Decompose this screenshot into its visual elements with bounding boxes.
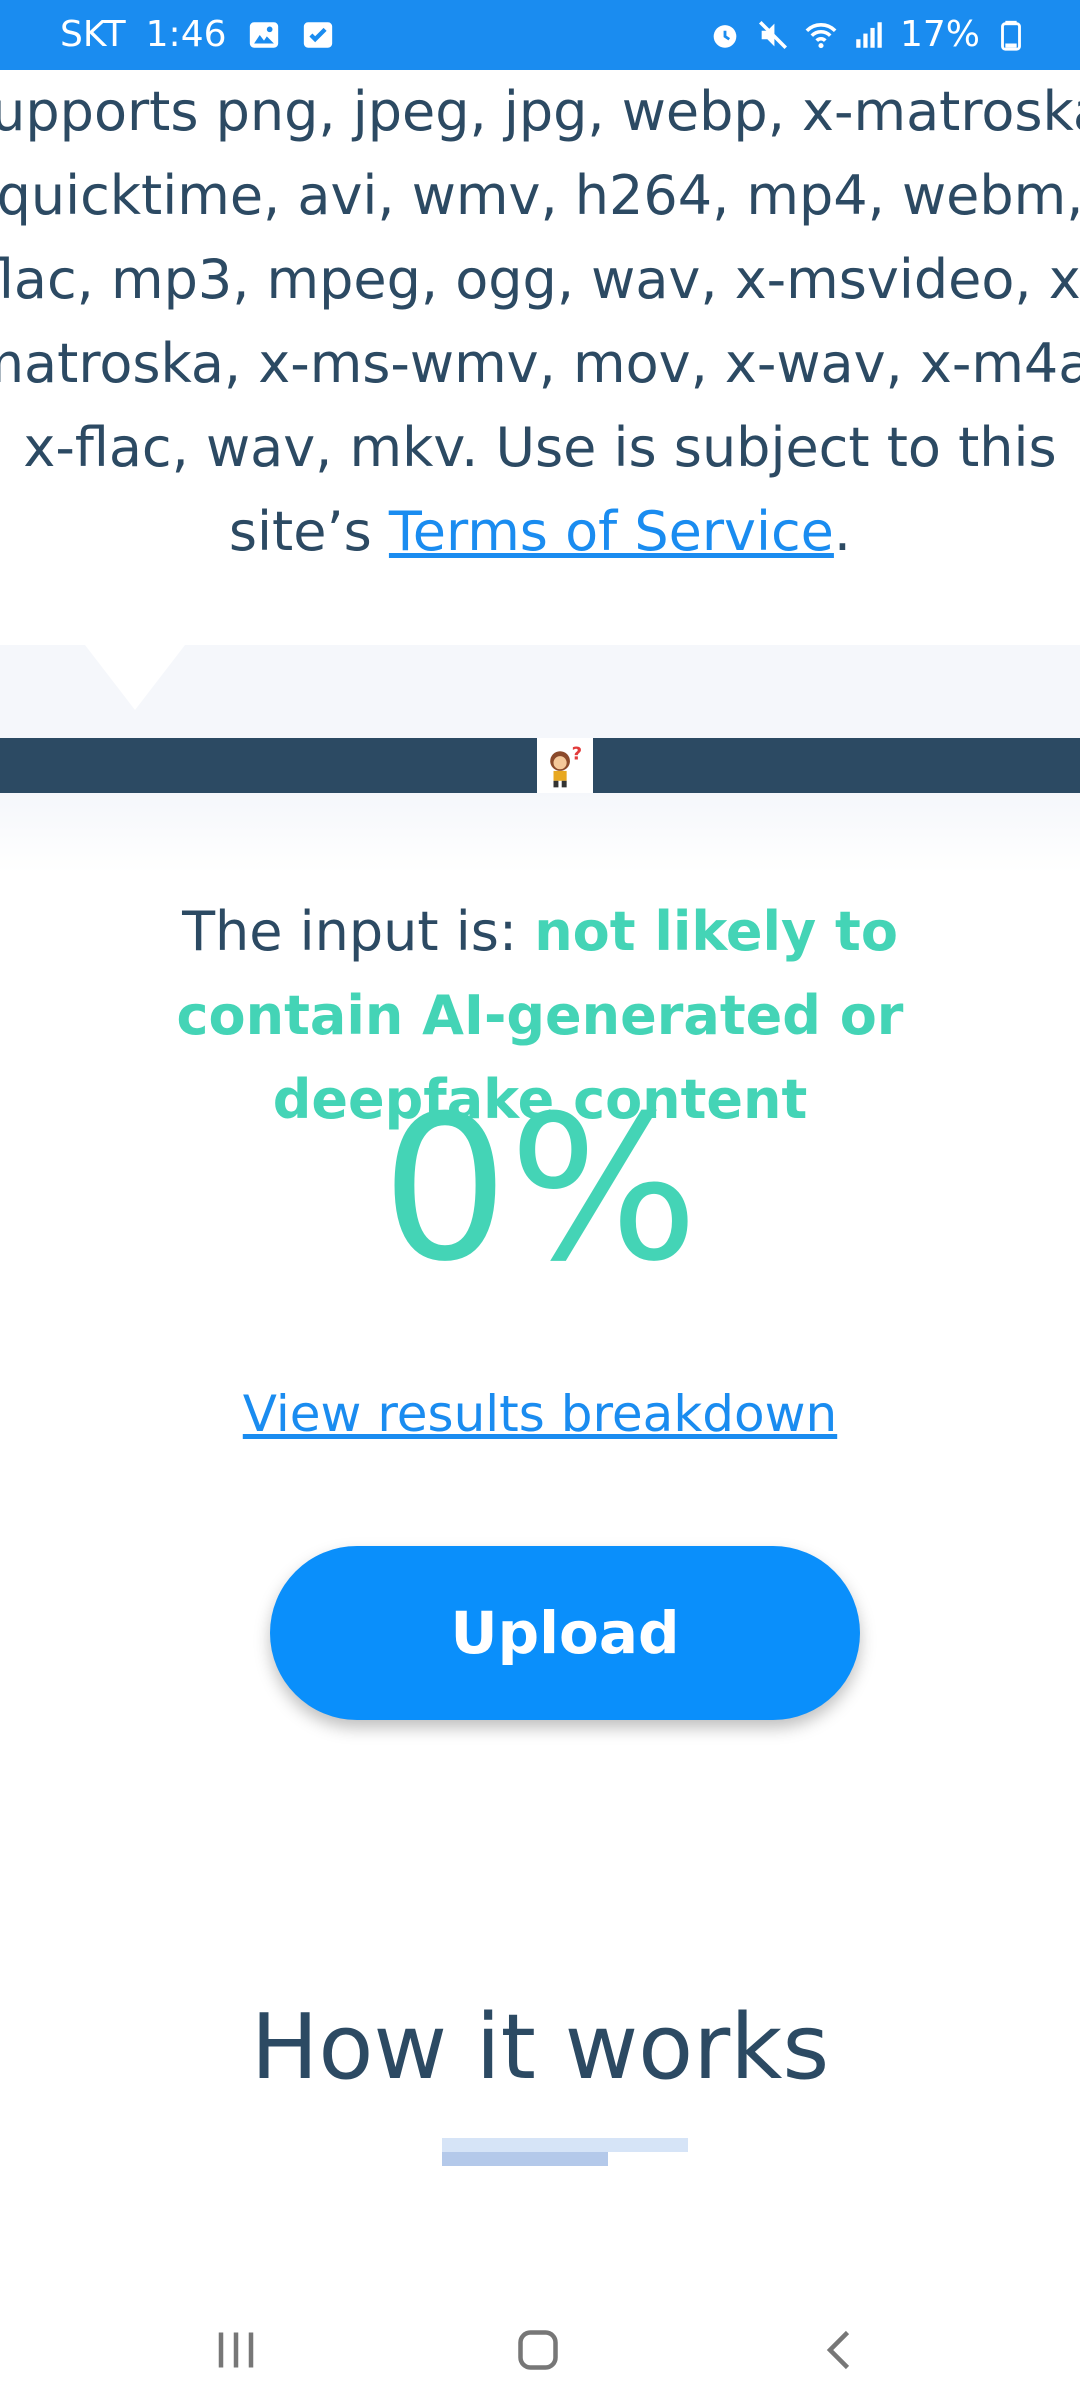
heading-underline xyxy=(442,2138,688,2152)
supports-line: flac, mp3, mpeg, ogg, wav, x-msvideo, x- xyxy=(0,248,1080,311)
terms-of-service-link[interactable]: Terms of Service xyxy=(389,500,834,563)
supports-line: Supports png, jpeg, jpg, webp, x-matrosk… xyxy=(0,80,1080,143)
status-bar: SKT 1:46 17% xyxy=(0,0,1080,70)
mute-icon xyxy=(756,18,790,52)
tos-suffix: . xyxy=(833,500,852,563)
back-icon[interactable] xyxy=(800,2310,880,2390)
carrier-label: SKT xyxy=(60,14,126,55)
supports-line: matroska, x-ms-wmv, mov, x-wav, x-m4a, xyxy=(0,332,1080,395)
mascot-icon: ? xyxy=(537,738,593,793)
supports-line: quicktime, avi, wmv, h264, mp4, webm, xyxy=(0,164,1080,227)
view-results-breakdown-link[interactable]: View results breakdown xyxy=(0,1385,1080,1443)
battery-icon xyxy=(994,18,1028,52)
svg-text:?: ? xyxy=(572,743,582,764)
wifi-icon xyxy=(804,18,838,52)
gallery-icon xyxy=(247,18,281,52)
recent-apps-icon[interactable] xyxy=(196,2310,276,2390)
tooltip-notch xyxy=(85,645,185,710)
supports-line-tos: site’s Terms of Service. xyxy=(229,500,851,563)
ai-probability-percent: 0% xyxy=(381,1073,699,1306)
home-icon[interactable] xyxy=(498,2310,578,2390)
section-divider-fade xyxy=(0,793,1080,873)
heading-underline-accent xyxy=(442,2152,608,2166)
navigation-bar xyxy=(0,2290,1080,2408)
tos-prefix: site’s xyxy=(228,500,389,563)
result-prefix: The input is: xyxy=(182,900,535,963)
signal-icon xyxy=(852,18,886,52)
supports-line: x-flac, wav, mkv. Use is subject to this xyxy=(23,416,1057,479)
supported-formats-text: Supports png, jpeg, jpg, webp, x-matrosk… xyxy=(0,80,1080,580)
check-icon xyxy=(301,18,335,52)
how-it-works-heading: How it works xyxy=(250,1995,830,2100)
clock: 1:46 xyxy=(145,14,227,55)
alarm-icon xyxy=(708,18,742,52)
upload-button[interactable]: Upload xyxy=(270,1546,860,1720)
battery-percent: 17% xyxy=(899,14,980,55)
